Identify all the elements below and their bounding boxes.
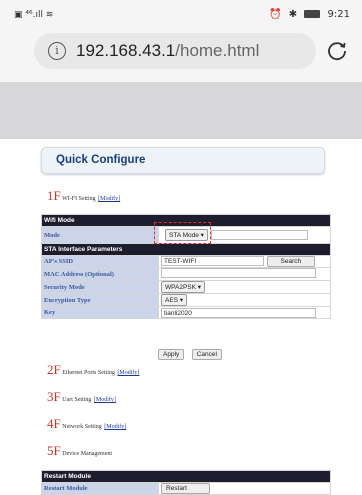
section-number: 4F (47, 416, 61, 431)
modify-link-ethernet[interactable]: [Modify] (117, 370, 139, 376)
form-actions: Apply Cancel (158, 343, 225, 361)
status-right: ⏰ ✱ 9:21 (265, 9, 350, 20)
section-label: Device Management (62, 451, 113, 457)
section-label: Ethernet Ports Setting (62, 370, 115, 376)
key-label: Key (41, 306, 159, 319)
search-button[interactable]: Search (266, 256, 315, 267)
section-label: Uart Setting (62, 397, 92, 403)
info-icon[interactable]: i (48, 42, 66, 60)
url-host: 192.168.43.1 (76, 41, 176, 60)
section-wifi-setting: 1F WI-FI Setting [Modify] (47, 188, 120, 204)
mac-input[interactable] (161, 268, 316, 278)
modify-link-uart[interactable]: [Modify] (94, 397, 116, 403)
page-banner (0, 82, 362, 139)
encryption-select[interactable]: AES ▾ (161, 294, 188, 306)
ssid-input[interactable]: TEST-WIFI (161, 256, 264, 266)
ssid-label: AP's SSID (41, 255, 159, 268)
security-select[interactable]: WPA2PSK ▾ (161, 281, 206, 293)
key-input[interactable]: tianli2020 (161, 307, 316, 318)
highlight-box (154, 222, 211, 244)
quick-configure-title: Quick Configure (56, 154, 146, 166)
restart-table: Restart Module Restart Module Restart (41, 470, 331, 495)
section-ethernet-setting: 2F Ethernet Ports Setting [Modify] (47, 362, 139, 378)
sta-parameters-header: STA Interface Parameters (41, 243, 331, 256)
section-number: 5F (47, 443, 61, 458)
clock: 9:21 (327, 9, 350, 20)
apply-button[interactable]: Apply (158, 349, 185, 360)
browser-toolbar: i 192.168.43.1/home.html (0, 28, 362, 82)
restart-module-header: Restart Module (41, 470, 331, 483)
encryption-label: Encryption Type (41, 293, 159, 307)
url-path: /home.html (175, 41, 260, 60)
section-label: Network Setting (62, 424, 102, 430)
mode-label: Mode (41, 226, 159, 244)
security-select-value: WPA2PSK (165, 284, 196, 291)
security-label: Security Mode (41, 280, 159, 294)
section-number: 1F (47, 188, 61, 203)
bluetooth-icon: ✱ (288, 9, 298, 20)
mode-extra-field (210, 230, 308, 241)
section-number: 2F (47, 362, 61, 377)
restart-module-label: Restart Module (41, 482, 159, 495)
section-uart-setting: 3F Uart Setting [Modify] (47, 389, 116, 405)
address-bar[interactable]: i 192.168.43.1/home.html (34, 33, 316, 69)
encryption-select-value: AES (165, 297, 179, 304)
section-number: 3F (47, 389, 61, 404)
status-bar: ▣ ⁴⁶.ıll ≋ ⏰ ✱ 9:21 (0, 0, 362, 28)
quick-configure-header[interactable]: Quick Configure (41, 147, 325, 174)
mac-label: MAC Address (Optional) (41, 267, 159, 281)
url-text[interactable]: 192.168.43.1/home.html (76, 41, 259, 61)
section-label: WI-FI Setting (62, 196, 96, 202)
alarm-icon: ⏰ (269, 9, 282, 20)
section-device-management: 5F Device Management (47, 443, 112, 459)
section-network-setting: 4F Network Setting [Modify] (47, 416, 126, 432)
restart-button[interactable]: Restart (161, 483, 210, 494)
modify-link-wifi[interactable]: [Modify] (98, 196, 120, 202)
cancel-button[interactable]: Cancel (191, 349, 222, 360)
signal-wifi-indicators: ▣ ⁴⁶.ıll ≋ (14, 10, 54, 20)
modify-link-network[interactable]: [Modify] (104, 424, 126, 430)
reload-icon[interactable] (326, 40, 348, 62)
battery-icon (304, 10, 321, 18)
